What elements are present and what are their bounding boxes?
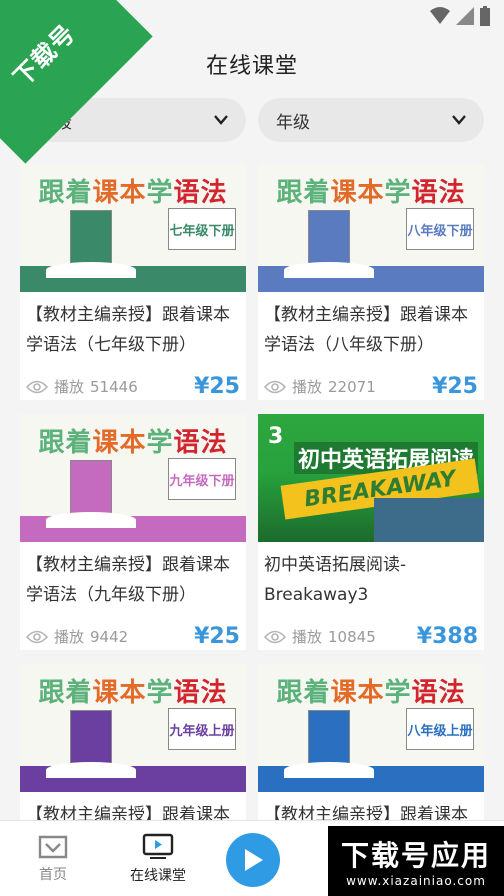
play-button[interactable] bbox=[226, 833, 280, 887]
course-meta: 播放 9442 ¥25 bbox=[20, 620, 246, 649]
view-number: 51446 bbox=[90, 377, 138, 396]
course-meta: 播放 22071 ¥25 bbox=[258, 370, 484, 399]
course-card[interactable]: 跟着课本学语法 九年级下册 【教材主编亲授】跟着课本学语法（九年级下册） 播放 … bbox=[20, 414, 246, 650]
course-price: ¥25 bbox=[194, 374, 240, 399]
course-title: 【教材主编亲授】跟着课本学语法（七年级下册） bbox=[26, 305, 230, 355]
view-label: 播放 bbox=[54, 378, 85, 396]
watermark-title: 下载号应用 bbox=[340, 839, 491, 872]
thumbnail-grade: 八年级上册 bbox=[406, 708, 474, 750]
thumbnail-grade: 八年级下册 bbox=[406, 208, 474, 250]
view-count: 播放 51446 bbox=[26, 376, 138, 397]
thumbnail-grade: 九年级上册 bbox=[168, 708, 236, 750]
course-meta: 播放 10845 ¥388 bbox=[258, 620, 484, 649]
course-thumbnail: 跟着课本学语法 八年级上册 bbox=[258, 664, 484, 792]
tab-home-label: 首页 bbox=[39, 867, 67, 883]
eye-icon bbox=[26, 380, 48, 393]
course-title: 【教材主编亲授】跟着课本学语法（八年级下册） bbox=[264, 305, 468, 355]
view-label: 播放 bbox=[292, 628, 323, 646]
view-number: 10845 bbox=[328, 627, 376, 646]
battery-icon bbox=[480, 6, 490, 26]
open-book-image bbox=[284, 262, 374, 278]
book-cover-image bbox=[70, 460, 112, 516]
course-card[interactable]: 跟着课本学语法 八年级下册 【教材主编亲授】跟着课本学语法（八年级下册） 播放 … bbox=[258, 164, 484, 400]
play-icon bbox=[245, 849, 263, 871]
view-count: 播放 9442 bbox=[26, 626, 128, 647]
corner-banner-label: 下载号 bbox=[8, 19, 81, 92]
course-thumbnail: 3 初中英语拓展阅读 BREAKAWAY bbox=[258, 414, 484, 542]
course-thumbnail: 跟着课本学语法 七年级下册 bbox=[20, 164, 246, 292]
view-number: 22071 bbox=[328, 377, 376, 396]
course-price: ¥25 bbox=[432, 374, 478, 399]
tab-online-class[interactable]: 在线课堂 bbox=[108, 821, 208, 896]
thumbnail-heading: 跟着课本学语法 bbox=[276, 678, 466, 708]
eye-icon bbox=[264, 630, 286, 643]
thumbnail-grade: 七年级下册 bbox=[168, 208, 236, 250]
thumbnail-heading: 跟着课本学语法 bbox=[38, 678, 228, 708]
course-meta: 播放 51446 ¥25 bbox=[20, 370, 246, 399]
course-title: 【教材主编亲授】跟着课本学语法（九年级下册） bbox=[26, 555, 230, 605]
open-book-image bbox=[46, 262, 136, 278]
view-count: 播放 10845 bbox=[264, 626, 376, 647]
open-book-image bbox=[46, 512, 136, 528]
course-price: ¥25 bbox=[194, 624, 240, 649]
thumbnail-number: 3 bbox=[268, 424, 284, 449]
home-icon bbox=[38, 835, 68, 859]
view-count: 播放 22071 bbox=[264, 376, 376, 397]
course-title: 初中英语拓展阅读-Breakaway3 bbox=[264, 555, 407, 605]
filter-bar: 学段 年级 bbox=[20, 98, 484, 142]
thumbnail-heading: 跟着课本学语法 bbox=[38, 428, 228, 458]
chevron-down-icon bbox=[214, 115, 228, 125]
view-number: 9442 bbox=[90, 627, 129, 646]
wifi-icon bbox=[430, 7, 450, 24]
eye-icon bbox=[26, 630, 48, 643]
thumbnail-grade: 九年级下册 bbox=[168, 458, 236, 500]
watermark-url: www.xiazainiao.com bbox=[346, 874, 486, 888]
course-card[interactable]: 3 初中英语拓展阅读 BREAKAWAY 初中英语拓展阅读-Breakaway3… bbox=[258, 414, 484, 650]
tab-online-class-label: 在线课堂 bbox=[130, 868, 186, 884]
thumbnail-photo bbox=[374, 498, 484, 542]
book-cover-image bbox=[70, 710, 112, 766]
course-card[interactable]: 跟着课本学语法 七年级下册 【教材主编亲授】跟着课本学语法（七年级下册） 播放 … bbox=[20, 164, 246, 400]
thumbnail-heading: 跟着课本学语法 bbox=[276, 178, 466, 208]
view-label: 播放 bbox=[54, 628, 85, 646]
tab-home[interactable]: 首页 bbox=[3, 821, 103, 896]
chevron-down-icon bbox=[452, 115, 466, 125]
course-thumbnail: 跟着课本学语法 八年级下册 bbox=[258, 164, 484, 292]
course-price: ¥388 bbox=[416, 624, 478, 649]
book-cover-image bbox=[308, 210, 350, 266]
course-grid: 跟着课本学语法 七年级下册 【教材主编亲授】跟着课本学语法（七年级下册） 播放 … bbox=[20, 164, 484, 896]
signal-icon bbox=[456, 7, 474, 25]
book-cover-image bbox=[70, 210, 112, 266]
eye-icon bbox=[264, 380, 286, 393]
course-thumbnail: 跟着课本学语法 九年级下册 bbox=[20, 414, 246, 542]
open-book-image bbox=[284, 762, 374, 778]
grade-filter-label: 年级 bbox=[276, 112, 310, 133]
tv-icon bbox=[142, 833, 174, 859]
watermark-logo: 下载号应用 www.xiazainiao.com bbox=[328, 826, 504, 896]
book-cover-image bbox=[308, 710, 350, 766]
open-book-image bbox=[46, 762, 136, 778]
thumbnail-heading: 跟着课本学语法 bbox=[38, 178, 228, 208]
course-thumbnail: 跟着课本学语法 九年级上册 bbox=[20, 664, 246, 792]
grade-filter-dropdown[interactable]: 年级 bbox=[258, 98, 484, 142]
view-label: 播放 bbox=[292, 378, 323, 396]
